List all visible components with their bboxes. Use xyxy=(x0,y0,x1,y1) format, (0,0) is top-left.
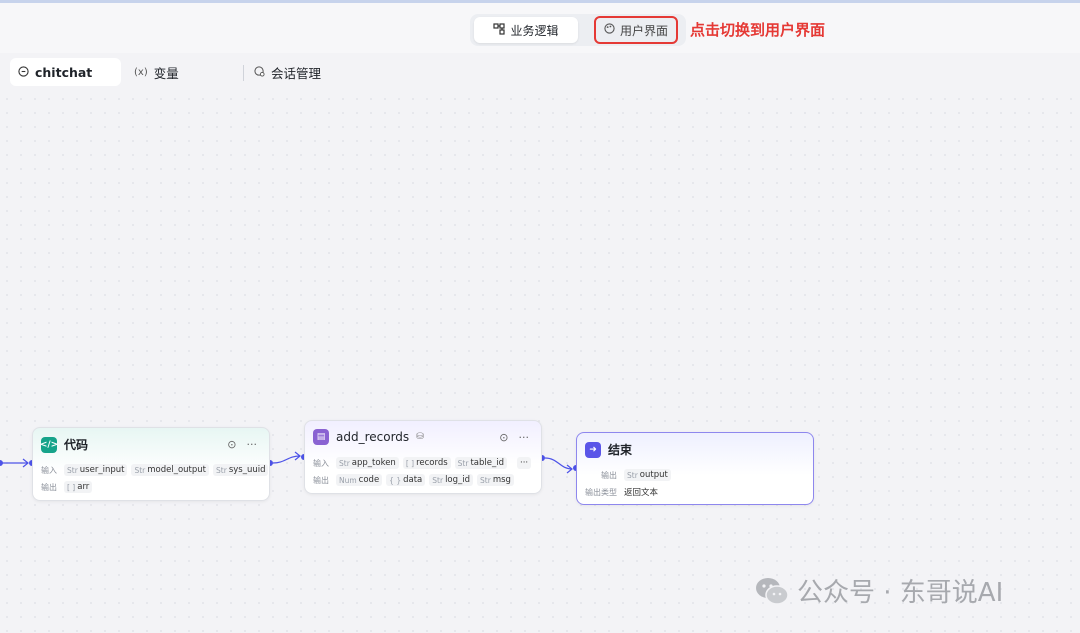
more-icon[interactable]: ··· xyxy=(519,431,530,444)
param-chip: Str app_token xyxy=(336,457,399,469)
watermark-text: 公众号 · 东哥说AI xyxy=(797,578,1004,608)
add-records-outputs-row: 输出 Num code { } data Str log_id Str msg xyxy=(313,474,514,486)
output-type-label: 输出类型 xyxy=(585,487,617,497)
end-node-title: 结束 xyxy=(608,443,633,457)
param-chip: Str log_id xyxy=(429,474,474,486)
param-chip: Str user_input xyxy=(64,464,128,476)
output-label: 输出 xyxy=(41,482,57,492)
code-inputs-row: 输入 Str user_input Str model_output Str sys_… xyxy=(41,464,269,476)
add-records-tools: ⊙ ··· xyxy=(499,431,529,444)
watermark: 公众号 · 东哥说AI xyxy=(755,572,1003,609)
param-chip: Num code xyxy=(336,474,383,486)
code-outputs-row: 输出 [ ] arr xyxy=(41,481,93,493)
param-chip: { } data xyxy=(386,474,426,486)
param-chip: Str table_id xyxy=(454,457,508,469)
input-label: 输入 xyxy=(41,465,57,475)
wechat-icon xyxy=(755,576,789,606)
param-chip: Str model_output xyxy=(131,464,210,476)
output-label: 输出 xyxy=(601,470,617,480)
end-node[interactable]: ➜ 结束 输出 Str output 输出类型 返回文本 xyxy=(576,432,814,505)
end-output-row: 输出 Str output xyxy=(601,469,671,481)
param-chip: Str sys_uuid xyxy=(213,464,269,476)
code-node-title: 代码 xyxy=(64,438,89,452)
input-label: 输入 xyxy=(313,458,329,468)
connection-lines xyxy=(0,451,573,474)
add-records-header: ▤ add_records ⛁ xyxy=(313,429,424,445)
more-icon[interactable]: ··· xyxy=(247,438,258,451)
code-node-tools: ⊙ ··· xyxy=(227,438,257,451)
param-chip: Str output xyxy=(624,469,671,481)
end-node-header: ➜ 结束 xyxy=(585,441,632,458)
plugin-icon: ⛁ xyxy=(416,432,424,442)
more-params-chip[interactable]: ··· xyxy=(517,457,532,469)
table-icon: ▤ xyxy=(313,429,329,445)
add-records-inputs-row: 输入 Str app_token [ ] records Str table_id ·… xyxy=(313,457,532,469)
code-icon: </> xyxy=(40,436,58,453)
exit-icon: ➜ xyxy=(585,441,601,458)
end-output-type-row: 输出类型 返回文本 xyxy=(585,486,659,499)
param-chip: Str msg xyxy=(477,474,514,486)
param-chip: [ ] records xyxy=(402,457,451,469)
output-type-value: 返回文本 xyxy=(624,488,659,498)
add-records-node[interactable]: ▤ add_records ⛁ ⊙ ··· 输入 Str app_token [ … xyxy=(304,420,542,494)
run-icon[interactable]: ⊙ xyxy=(499,431,508,444)
param-chip: [ ] arr xyxy=(64,481,93,493)
code-node[interactable]: </> 代码 ⊙ ··· 输入 Str user_input Str model_o… xyxy=(32,427,270,501)
add-records-title: add_records xyxy=(336,430,410,444)
output-label: 输出 xyxy=(313,475,329,485)
code-node-header: </> 代码 xyxy=(40,436,89,453)
run-icon[interactable]: ⊙ xyxy=(227,438,236,451)
